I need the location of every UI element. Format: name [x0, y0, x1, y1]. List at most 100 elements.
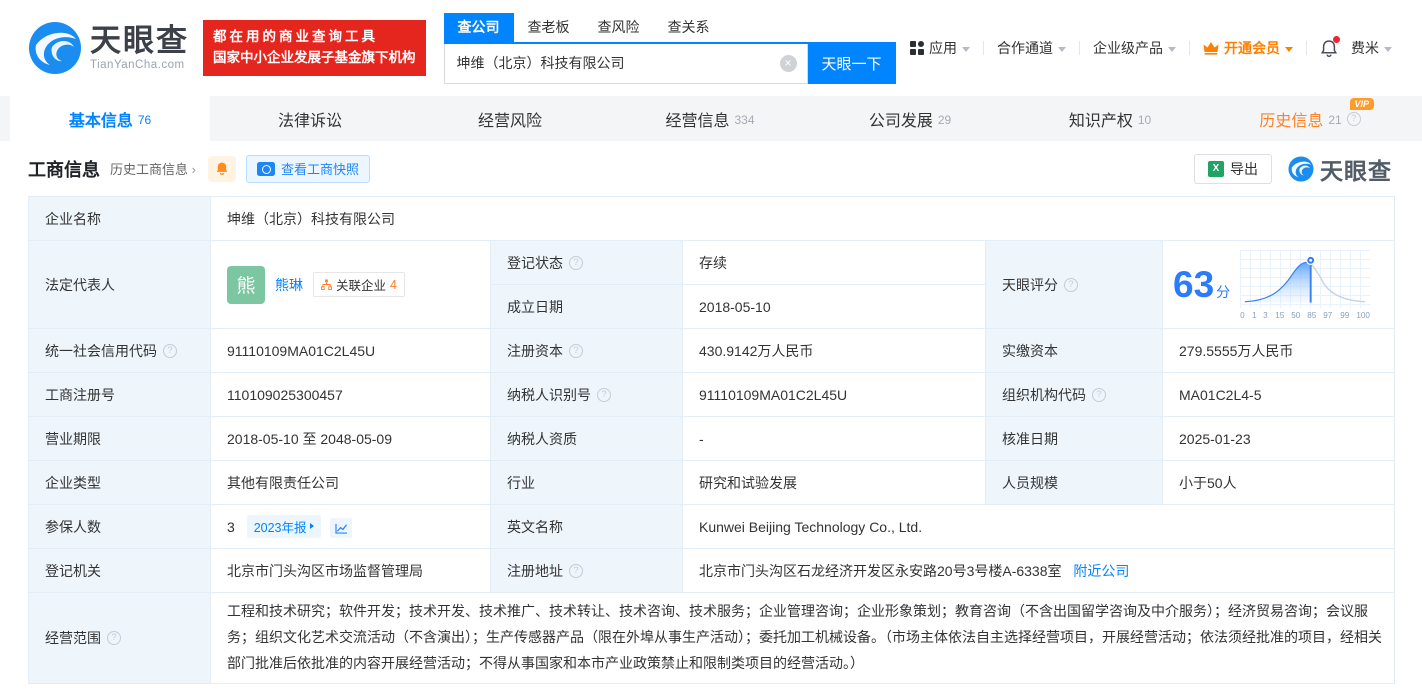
- help-icon[interactable]: [569, 344, 583, 358]
- help-icon[interactable]: [1347, 112, 1361, 126]
- tab-business-info[interactable]: 经营信息 334: [610, 96, 810, 141]
- related-companies-badge[interactable]: 关联企业 4: [313, 272, 405, 297]
- tab-basic-info[interactable]: 基本信息 76: [10, 96, 210, 141]
- search-button[interactable]: 天眼一下: [808, 44, 896, 84]
- company-type-value: 其他有限责任公司: [211, 461, 491, 505]
- tianyancha-logo-icon: [1288, 156, 1314, 182]
- business-term-value: 2018-05-10 至 2048-05-09: [211, 417, 491, 461]
- search-tab-relation[interactable]: 查关系: [654, 13, 724, 42]
- tab-label: 基本信息: [69, 107, 133, 131]
- reg-address-value: 北京市门头沟区石龙经济开发区永安路20号3号楼A-6338室: [699, 563, 1062, 579]
- trend-chart-button[interactable]: [330, 518, 352, 538]
- tianyancha-logo-icon: [28, 21, 82, 75]
- taxpayer-qualification-label: 纳税人资质: [491, 417, 683, 461]
- taxpayer-id-label: 纳税人识别号: [491, 373, 683, 417]
- taxpayer-id-value: 91110109MA01C2L45U: [683, 373, 986, 417]
- search-tabs: 查公司 查老板 查风险 查关系: [444, 13, 896, 44]
- nearby-companies-link[interactable]: 附近公司: [1073, 563, 1129, 579]
- section-title: 工商信息: [28, 156, 100, 182]
- table-row: 工商注册号 110109025300457 纳税人识别号 91110109MA0…: [29, 373, 1395, 417]
- notifications-bell[interactable]: [1320, 39, 1338, 58]
- export-label: 导出: [1230, 159, 1258, 179]
- search-box[interactable]: ×: [444, 44, 808, 84]
- score-axis-tick: 15: [1275, 310, 1284, 320]
- monitor-bell-button[interactable]: [208, 156, 236, 182]
- chevron-down-icon: [1058, 47, 1066, 52]
- tab-company-development[interactable]: 公司发展 29: [810, 96, 1010, 141]
- reg-status-label: 登记状态: [491, 241, 683, 285]
- menu-apps-label: 应用: [929, 38, 957, 58]
- help-icon[interactable]: [569, 256, 583, 270]
- tab-label: 法律诉讼: [278, 107, 342, 131]
- snapshot-button[interactable]: 查看工商快照: [246, 155, 370, 183]
- menu-vip[interactable]: 开通会员: [1203, 38, 1293, 58]
- export-button[interactable]: X 导出: [1194, 154, 1272, 184]
- help-icon[interactable]: [1064, 278, 1078, 292]
- company-name-value: 坤维（北京）科技有限公司: [211, 197, 1395, 241]
- industry-value: 研究和试验发展: [683, 461, 986, 505]
- table-row: 参保人数 3 2023年报 英文名称 Kunwei Beijing Techno…: [29, 505, 1395, 549]
- score-axis-tick: 0: [1240, 310, 1244, 320]
- help-icon[interactable]: [163, 344, 177, 358]
- table-row: 营业期限 2018-05-10 至 2048-05-09 纳税人资质 - 核准日…: [29, 417, 1395, 461]
- help-icon[interactable]: [597, 388, 611, 402]
- tab-intellectual-property[interactable]: 知识产权 10: [1010, 96, 1210, 141]
- business-scope-label: 经营范围: [29, 593, 211, 684]
- related-companies-label: 关联企业: [336, 275, 386, 294]
- staff-size-value: 小于50人: [1163, 461, 1395, 505]
- tyc-score-label: 天眼评分: [986, 241, 1163, 329]
- menu-user[interactable]: 费米: [1351, 38, 1392, 58]
- camera-icon: [257, 162, 275, 176]
- chevron-down-icon: [1168, 47, 1176, 52]
- reg-capital-value: 430.9142万人民币: [683, 329, 986, 373]
- tab-operational-risk[interactable]: 经营风险: [410, 96, 610, 141]
- promo-line2: 国家中小企业发展子基金旗下机构: [213, 48, 416, 69]
- avatar[interactable]: 熊: [227, 266, 265, 304]
- paid-capital-value: 279.5555万人民币: [1163, 329, 1395, 373]
- annual-report-badge[interactable]: 2023年报: [247, 515, 321, 538]
- score-unit: 分: [1216, 284, 1230, 300]
- reg-authority-value: 北京市门头沟区市场监督管理局: [211, 549, 491, 593]
- divider: [1306, 41, 1307, 55]
- industry-label: 行业: [491, 461, 683, 505]
- legal-rep-label: 法定代表人: [29, 241, 211, 329]
- tyc-score-cell[interactable]: 63分: [1163, 241, 1395, 329]
- score-axis-tick: 1: [1252, 310, 1256, 320]
- score-axis: 0131550859799100: [1240, 310, 1370, 320]
- menu-enterprise-label: 企业级产品: [1093, 38, 1163, 58]
- tianyancha-logo[interactable]: 天眼查 TianYanCha.com: [28, 21, 189, 75]
- help-icon[interactable]: [569, 564, 583, 578]
- business-term-label: 营业期限: [29, 417, 211, 461]
- tab-legal-proceedings[interactable]: 法律诉讼: [210, 96, 410, 141]
- clear-icon[interactable]: ×: [780, 55, 797, 72]
- history-business-info-link[interactable]: 历史工商信息: [110, 159, 196, 178]
- help-icon[interactable]: [107, 631, 121, 645]
- paid-capital-label: 实缴资本: [986, 329, 1163, 373]
- search-tab-risk[interactable]: 查风险: [584, 13, 654, 42]
- search-tab-boss[interactable]: 查老板: [514, 13, 584, 42]
- menu-vip-label: 开通会员: [1224, 38, 1280, 58]
- menu-partner[interactable]: 合作通道: [997, 38, 1066, 58]
- tab-history-info[interactable]: VIP 历史信息 21: [1210, 96, 1410, 141]
- tab-label: 知识产权: [1069, 107, 1133, 131]
- bell-curve: [1240, 250, 1370, 308]
- menu-apps[interactable]: 应用: [910, 38, 970, 58]
- search-input[interactable]: [457, 55, 780, 71]
- score-axis-tick: 100: [1356, 310, 1369, 320]
- score-axis-tick: 3: [1263, 310, 1267, 320]
- legal-rep-name-link[interactable]: 熊琳: [275, 275, 303, 295]
- chevron-right-icon: [310, 523, 314, 529]
- org-chart-icon: [321, 279, 332, 290]
- bell-icon: [215, 161, 229, 176]
- table-row: 统一社会信用代码 91110109MA01C2L45U 注册资本 430.914…: [29, 329, 1395, 373]
- crown-icon: [1203, 41, 1219, 55]
- help-icon[interactable]: [1092, 388, 1106, 402]
- tab-count: 10: [1138, 113, 1151, 127]
- company-nav-tabs: 基本信息 76 法律诉讼 经营风险 经营信息 334 公司发展 29 知识产权 …: [0, 96, 1422, 141]
- search-tab-company[interactable]: 查公司: [444, 13, 514, 42]
- menu-enterprise[interactable]: 企业级产品: [1093, 38, 1176, 58]
- notification-dot: [1333, 36, 1340, 43]
- tab-label: 经营信息: [665, 107, 729, 131]
- company-name-label: 企业名称: [29, 197, 211, 241]
- reg-authority-label: 登记机关: [29, 549, 211, 593]
